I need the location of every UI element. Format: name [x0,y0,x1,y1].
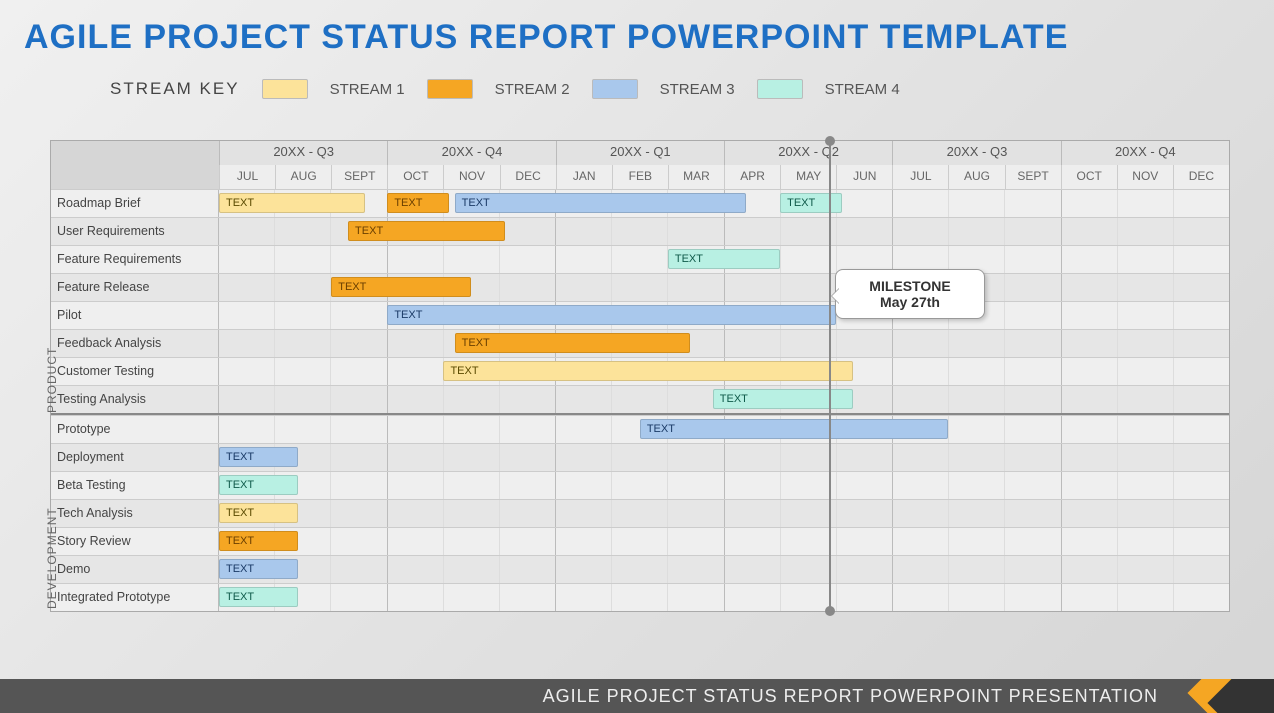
swatch-stream-2 [427,79,473,99]
task-label: Customer Testing [51,358,219,385]
gantt-bar-stream-3: TEXT [640,419,949,439]
gantt-bar-stream-4: TEXT [713,389,853,409]
footer-bar: AGILE PROJECT STATUS REPORT POWERPOINT P… [0,679,1274,713]
month-header: AUG [275,165,331,189]
task-label: Roadmap Brief [51,190,219,217]
month-header: DEC [1173,165,1229,189]
footer-corner-accent [1174,679,1274,713]
task-label: Beta Testing [51,472,219,499]
month-header: MAY [780,165,836,189]
milestone-date: May 27th [880,294,940,310]
month-header: NOV [443,165,499,189]
month-header: JUN [836,165,892,189]
month-header: MAR [668,165,724,189]
gantt-bar-stream-1: TEXT [219,193,365,213]
milestone-dot-bottom [825,606,835,616]
task-row: User Requirements TEXT [51,217,1229,245]
task-label: User Requirements [51,218,219,245]
month-header: SEPT [1005,165,1061,189]
task-label: Story Review [51,528,219,555]
task-label: Tech Analysis [51,500,219,527]
task-label: Testing Analysis [51,386,219,413]
gantt-bar-stream-3: TEXT [219,447,298,467]
month-header: OCT [387,165,443,189]
gantt-bar-stream-2: TEXT [387,193,449,213]
gantt-bar-stream-4: TEXT [668,249,780,269]
gantt-bar-stream-1: TEXT [219,503,298,523]
legend-label-2: STREAM 2 [495,81,570,98]
task-label: Demo [51,556,219,583]
swatch-stream-1 [262,79,308,99]
gantt-bar-stream-4: TEXT [780,193,842,213]
legend-title: STREAM KEY [110,79,240,99]
milestone-callout: MILESTONE May 27th [835,269,985,319]
gantt-bar-stream-2: TEXT [455,333,691,353]
task-label: Pilot [51,302,219,329]
legend-label-4: STREAM 4 [825,81,900,98]
month-header: AUG [948,165,1004,189]
gantt-chart: MILESTONE May 27th 20XX - Q320XX - Q420X… [50,140,1230,612]
footer-text: AGILE PROJECT STATUS REPORT POWERPOINT P… [543,686,1158,707]
legend: STREAM KEY STREAM 1 STREAM 2 STREAM 3 ST… [0,57,1274,109]
task-row: Pilot TEXT [51,301,1229,329]
task-row: Integrated PrototypeTEXT [51,583,1229,611]
task-row: DemoTEXT [51,555,1229,583]
milestone-title: MILESTONE [869,278,950,294]
task-row: Testing Analysis TEXT [51,385,1229,413]
task-label: Feedback Analysis [51,330,219,357]
month-header: NOV [1117,165,1173,189]
gantt-bar-stream-4: TEXT [219,475,298,495]
gantt-bar-stream-2: TEXT [331,277,471,297]
quarter-header: 20XX - Q4 [1061,141,1229,165]
task-label: Feature Requirements [51,246,219,273]
month-header: JUL [219,165,275,189]
quarter-header: 20XX - Q3 [219,141,387,165]
swatch-stream-3 [592,79,638,99]
task-label: Prototype [51,416,219,443]
milestone-line [829,141,831,611]
month-header: JUL [892,165,948,189]
gantt-bar-stream-3: TEXT [387,305,836,325]
task-row: Prototype TEXT [51,415,1229,443]
task-row: Story ReviewTEXT [51,527,1229,555]
gantt-bar-stream-2: TEXT [348,221,505,241]
month-header: SEPT [331,165,387,189]
month-header: DEC [500,165,556,189]
quarter-header: 20XX - Q4 [387,141,555,165]
milestone-dot-top [825,136,835,146]
swatch-stream-4 [757,79,803,99]
task-row: Roadmap BriefTEXTTEXTTEXTTEXT [51,189,1229,217]
month-header: FEB [612,165,668,189]
task-row: Feature Requirements TEXT [51,245,1229,273]
month-header: OCT [1061,165,1117,189]
gantt-bar-stream-3: TEXT [219,559,298,579]
gantt-bar-stream-4: TEXT [219,587,298,607]
task-label: Integrated Prototype [51,584,219,611]
task-label: Feature Release [51,274,219,301]
month-header: APR [724,165,780,189]
page-title: AGILE PROJECT STATUS REPORT POWERPOINT T… [0,0,1274,57]
category-label: PRODUCT [45,347,59,413]
task-row: Feature Release TEXT [51,273,1229,301]
task-row: Tech AnalysisTEXT [51,499,1229,527]
gantt-bar-stream-3: TEXT [455,193,747,213]
task-label: Deployment [51,444,219,471]
legend-label-3: STREAM 3 [660,81,735,98]
gantt-bar-stream-1: TEXT [443,361,853,381]
gantt-bar-stream-2: TEXT [219,531,298,551]
task-row: Beta TestingTEXT [51,471,1229,499]
category-label: DEVELOPMENT [45,507,59,609]
quarter-header: 20XX - Q3 [892,141,1060,165]
quarter-header: 20XX - Q1 [556,141,724,165]
task-row: Feedback Analysis TEXT [51,329,1229,357]
task-row: Customer Testing TEXT [51,357,1229,385]
month-header: JAN [556,165,612,189]
task-row: DeploymentTEXT [51,443,1229,471]
quarter-header: 20XX - Q2 [724,141,892,165]
legend-label-1: STREAM 1 [330,81,405,98]
